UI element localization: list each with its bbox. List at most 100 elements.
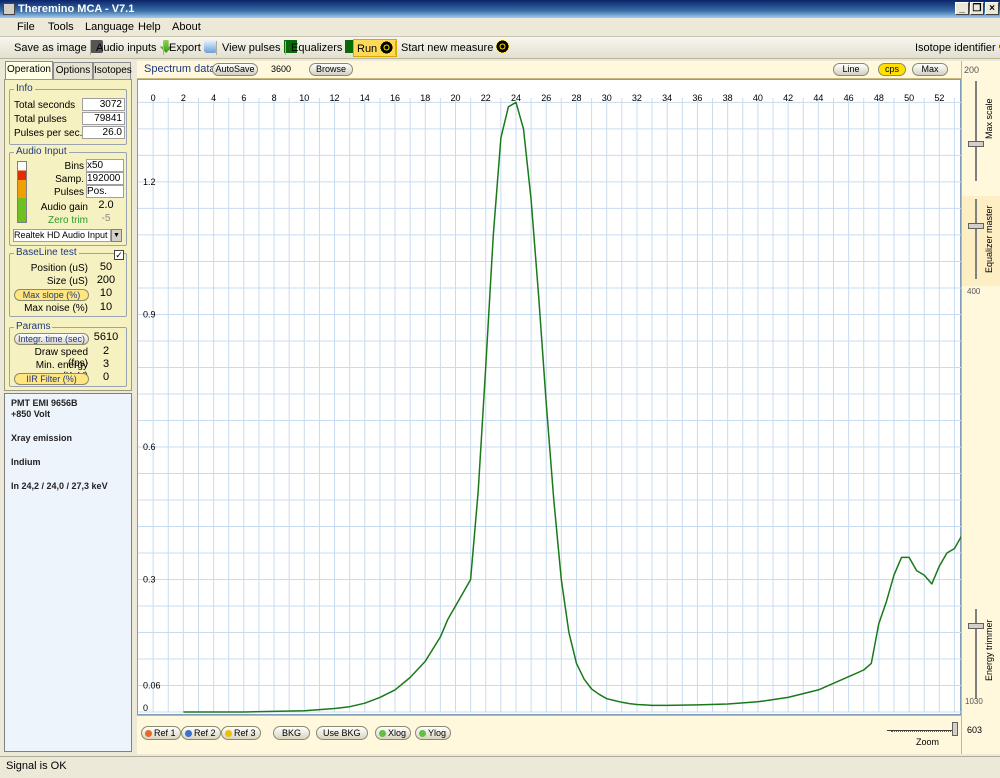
audio-device-select[interactable]: Realtek HD Audio Input [13, 229, 111, 242]
toolbar: Save as image Audio inputs Export View p… [0, 37, 1000, 59]
samp-select[interactable]: 192000 [86, 172, 124, 185]
xlog-button[interactable]: Xlog [375, 726, 412, 740]
baseline-title: BaseLine test [14, 247, 79, 258]
autosave-interval[interactable]: 3600 [271, 64, 291, 74]
xlog-dot-icon [379, 730, 386, 737]
browse-button[interactable]: Browse [309, 63, 353, 76]
minimize-button[interactable]: _ [955, 2, 969, 15]
energy-trimmer-label: Energy trimmer [984, 619, 994, 681]
spectrum-plot[interactable]: 0 2 4 6 8 10 12 14 16 18 20 22 24 26 28 30 32 34 36 38 40 42 4… [137, 79, 962, 715]
x-tick-label: 18 [420, 93, 430, 103]
menu-tools[interactable]: Tools [48, 21, 74, 33]
use-bkg-button[interactable]: Use BKG [316, 726, 368, 740]
equalizers-label: Equalizers [291, 42, 343, 54]
tab-operation[interactable]: Operation [5, 61, 53, 79]
run-label: Run [357, 43, 378, 55]
export-icon [203, 40, 217, 53]
pps-label: Pulses per sec. [14, 128, 83, 139]
max-slope-button[interactable]: Max slope (%) [14, 289, 89, 301]
dropdown-arrow-icon[interactable]: ▼ [111, 229, 122, 242]
ref2-button[interactable]: Ref 2 [181, 726, 221, 740]
status-text: Signal is OK [6, 760, 67, 772]
menu-about[interactable]: About [172, 21, 201, 33]
bkg-button[interactable]: BKG [273, 726, 311, 740]
max-scale-slider[interactable] [968, 141, 984, 147]
y-tick-label: 0.9 [143, 309, 156, 319]
x-tick-label: 28 [571, 93, 581, 103]
title-bar: Theremino MCA - V7.1 _ ❐ × [0, 0, 1000, 18]
x-tick-label: 20 [450, 93, 460, 103]
spectrum-chart: 0 2 4 6 8 10 12 14 16 18 20 22 24 26 28 30 32 34 36 38 40 42 4… [138, 93, 962, 713]
notes-line-3: Xray emission [11, 433, 73, 443]
export-button[interactable]: Export [166, 39, 220, 57]
ylog-label: Ylog [428, 728, 447, 738]
isotope-label: Isotope identifier [915, 42, 996, 54]
level-meter [17, 161, 27, 223]
maximize-button[interactable]: ❐ [970, 2, 984, 15]
iir-filter-value[interactable]: 0 [90, 372, 124, 385]
x-tick-label: 2 [181, 93, 186, 103]
total-seconds-label: Total seconds [14, 100, 76, 111]
notes-textbox[interactable]: PMT EMI 9656B +850 Volt Xray emission Ind… [4, 393, 132, 752]
tab-isotopes[interactable]: Isotopes [93, 62, 132, 79]
baseline-checkbox[interactable]: ✓ [114, 250, 124, 260]
equalizer-track [975, 199, 977, 279]
isotope-identifier-button[interactable]: Isotope identifier [912, 39, 1000, 57]
zero-trim-value[interactable]: -5 [90, 213, 124, 226]
menu-file[interactable]: File [17, 21, 35, 33]
x-tick-label: 22 [481, 93, 491, 103]
autosave-button[interactable]: AutoSave [212, 63, 258, 76]
menu-language[interactable]: Language [85, 21, 134, 33]
pulses-label: Pulses [53, 187, 84, 198]
ylog-button[interactable]: Ylog [415, 726, 452, 740]
x-tick-label: 38 [723, 93, 733, 103]
equalizer-master-slider[interactable] [968, 223, 984, 229]
zoom-slider[interactable] [952, 722, 958, 736]
zoom-label: Zoom [916, 737, 940, 747]
max-button[interactable]: Max [912, 63, 948, 76]
tab-options[interactable]: Options [53, 62, 93, 79]
ref1-button[interactable]: Ref 1 [141, 726, 181, 740]
pulses-select[interactable]: Pos. [86, 185, 124, 198]
total-pulses-value: 79841 [82, 112, 125, 125]
equalizer-value: 400 [967, 287, 981, 296]
max-noise-value[interactable]: 10 [90, 302, 124, 315]
run-button[interactable]: Run [353, 39, 398, 57]
menu-help[interactable]: Help [138, 21, 161, 33]
close-button[interactable]: × [985, 2, 999, 15]
ref3-button[interactable]: Ref 3 [221, 726, 261, 740]
save-image-button[interactable]: Save as image [11, 39, 106, 57]
x-tick-label: 34 [662, 93, 672, 103]
x-tick-label: 46 [844, 93, 854, 103]
y-tick-label: 0.06 [143, 680, 161, 690]
ref3-dot-icon [225, 730, 232, 737]
radiation-icon [380, 41, 394, 54]
export-label: Export [169, 42, 201, 54]
ref2-dot-icon [185, 730, 192, 737]
audio-input-group: Audio Input Bins x50 Samp. 192000 Pulses… [9, 146, 127, 246]
y-tick-label: 1.2 [143, 177, 156, 187]
audio-gain-value[interactable]: 2.0 [90, 200, 124, 213]
zero-trim-label: Zero trim [48, 215, 88, 226]
iir-filter-button[interactable]: IIR Filter (%) [14, 373, 89, 385]
max-slope-value[interactable]: 10 [90, 288, 124, 301]
energy-trimmer-slider[interactable] [968, 623, 984, 629]
size-label: Size (uS) [46, 276, 88, 287]
integr-time-value[interactable]: 5610 [90, 332, 124, 345]
line-button[interactable]: Line [833, 63, 869, 76]
toolbar-separator [90, 41, 91, 55]
cps-button[interactable]: cps [878, 63, 906, 76]
integr-time-button[interactable]: Integr. time (sec) [14, 333, 89, 345]
bins-select[interactable]: x50 [86, 159, 124, 172]
params-group: Params Integr. time (sec) 5610 Draw spee… [9, 321, 127, 387]
start-new-measure-button[interactable]: Start new measure [398, 39, 512, 57]
equalizer-area [962, 196, 1000, 286]
equalizers-button[interactable]: Equalizers [288, 39, 361, 57]
window-title: Theremino MCA - V7.1 [18, 3, 135, 15]
spectrum-header: Spectrum data AutoSave 3600 Browse Line … [137, 61, 961, 79]
ref1-dot-icon [145, 730, 152, 737]
pps-value: 26.0 [82, 126, 125, 139]
left-tabs: Operation Options Isotopes [4, 61, 132, 79]
info-group: Info Total seconds 3072 Total pulses 798… [9, 83, 127, 145]
equalizer-master-label: Equalizer master [984, 205, 994, 273]
